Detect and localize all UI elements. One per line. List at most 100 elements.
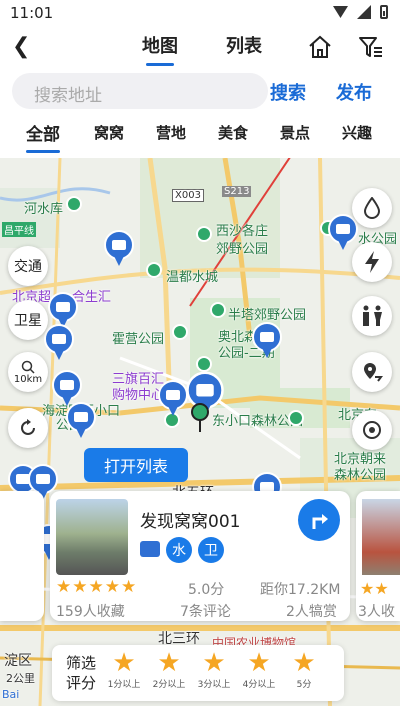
card-favorites: 159人收藏 xyxy=(56,604,125,620)
tag-water: 水 xyxy=(166,537,192,563)
poi-marker[interactable] xyxy=(210,302,226,318)
location-route-icon xyxy=(364,363,383,382)
open-list-label: 打开列表 xyxy=(103,457,168,476)
electric-button[interactable] xyxy=(352,242,392,282)
card-visits: 2人犒赏 xyxy=(286,604,337,620)
star-icon: ★ xyxy=(112,648,136,678)
publish-button[interactable]: 发布 xyxy=(336,79,372,105)
map-label: 淀区 xyxy=(4,653,32,669)
card-thumbnail xyxy=(56,499,128,575)
route-button[interactable] xyxy=(352,352,392,392)
category-tabs: 全部 窝窝 营地 美食 景点 兴趣 xyxy=(0,114,400,158)
top-nav: ❮ 地图 列表 xyxy=(0,26,400,70)
card-title: 发现窝窝001 xyxy=(140,512,241,532)
rv-pin[interactable] xyxy=(48,292,78,328)
card-peek-right[interactable]: ★★ 3人收 xyxy=(356,491,400,621)
map-label: 半塔郊野公园 xyxy=(228,308,307,323)
spot-card[interactable]: 发现窝窝001 水 卫 ★★★★★ 5.0分 距你17.2KM 159人收藏 7… xyxy=(50,491,350,621)
status-time: 11:01 xyxy=(10,4,54,22)
rv-pin[interactable] xyxy=(44,324,74,360)
poi-marker[interactable] xyxy=(172,324,188,340)
map-label: 霍营公园 xyxy=(112,332,165,347)
filter-icon[interactable] xyxy=(358,34,384,60)
satellite-button[interactable]: 卫星 xyxy=(8,300,48,340)
lightning-icon xyxy=(365,251,379,273)
rv-pin[interactable] xyxy=(252,322,282,358)
wifi-icon xyxy=(333,6,348,18)
map-view[interactable]: X003 S213 河水库 昌平线 西沙各庄 郊野公园 水公园 温都水城 北京超… xyxy=(0,158,400,706)
search-input[interactable]: 搜索地址 xyxy=(12,73,268,109)
rv-pin[interactable] xyxy=(104,230,134,266)
rating-filter: 筛选评分 ★ 1分以上 ★ 2分以上 ★ 3分以上 ★ 4分以上 ★ 5分 xyxy=(52,645,344,701)
rating-option[interactable]: ★ 1分以上 xyxy=(104,649,144,690)
map-scale-text: 2公里 xyxy=(6,672,35,685)
card-distance: 距你17.2KM xyxy=(260,582,341,598)
home-icon[interactable] xyxy=(307,34,333,60)
locate-button[interactable] xyxy=(352,410,392,450)
star-icon: ★ xyxy=(247,648,271,678)
poi-marker[interactable] xyxy=(288,410,304,426)
star-icon: ★ xyxy=(202,648,226,678)
card-comments: 7条评论 xyxy=(180,604,231,620)
category-all[interactable]: 全部 xyxy=(26,120,60,153)
card-peek-thumbnail xyxy=(362,499,400,575)
card-peek-stars: ★★ xyxy=(360,579,389,598)
tab-map[interactable]: 地图 xyxy=(142,32,178,66)
category-wowo[interactable]: 窝窝 xyxy=(94,122,124,143)
rating-option-label: 3分以上 xyxy=(197,680,231,690)
search-row: 搜索地址 搜索 发布 xyxy=(0,70,400,114)
search-button[interactable]: 搜索 xyxy=(270,79,306,105)
refresh-button[interactable] xyxy=(8,408,48,448)
location-marker-icon xyxy=(191,403,209,432)
locate-icon xyxy=(363,421,381,439)
rating-option[interactable]: ★ 2分以上 xyxy=(149,649,189,690)
toilet-button[interactable] xyxy=(352,296,392,336)
map-label: 温都水城 xyxy=(166,270,219,285)
rv-pin[interactable] xyxy=(66,402,96,438)
map-label: 河水库 xyxy=(24,202,64,217)
status-bar: 11:01 xyxy=(0,0,400,26)
map-logo: Bai xyxy=(2,688,20,701)
scale-label: 10km xyxy=(13,373,43,385)
turn-right-icon xyxy=(312,514,328,529)
rating-option[interactable]: ★ 4分以上 xyxy=(239,649,279,690)
category-sights[interactable]: 景点 xyxy=(280,122,310,143)
card-peek-text: 3人收 xyxy=(358,604,395,620)
poi-marker[interactable] xyxy=(196,356,212,372)
tag-toilet: 卫 xyxy=(198,537,224,563)
water-button[interactable] xyxy=(352,188,392,228)
rating-option-label: 4分以上 xyxy=(242,680,276,690)
zoom-icon xyxy=(21,360,35,374)
scale-button[interactable]: 10km xyxy=(8,352,48,392)
navigate-button[interactable] xyxy=(298,499,340,541)
poi-marker[interactable] xyxy=(196,226,212,242)
rating-option-label: 1分以上 xyxy=(107,680,141,690)
poi-marker[interactable] xyxy=(66,196,82,212)
card-stars: ★★★★★ xyxy=(56,577,138,597)
toilet-icon xyxy=(363,305,382,326)
traffic-button[interactable]: 交通 xyxy=(8,246,48,286)
signal-icon xyxy=(357,5,371,19)
tab-list[interactable]: 列表 xyxy=(226,32,262,58)
category-food[interactable]: 美食 xyxy=(218,122,248,143)
back-icon[interactable]: ❮ xyxy=(12,34,30,59)
rating-option[interactable]: ★ 3分以上 xyxy=(194,649,234,690)
card-score: 5.0分 xyxy=(188,582,225,598)
category-camp[interactable]: 营地 xyxy=(156,122,186,143)
star-icon: ★ xyxy=(292,648,316,678)
poi-marker[interactable] xyxy=(146,262,162,278)
rv-pin[interactable] xyxy=(52,370,82,406)
refresh-icon xyxy=(21,419,35,435)
traffic-label: 交通 xyxy=(14,259,42,275)
rating-option[interactable]: ★ 5分 xyxy=(284,649,324,690)
battery-icon xyxy=(380,5,388,19)
map-label: 昌平线 xyxy=(2,222,36,237)
rv-pin[interactable] xyxy=(328,214,358,250)
category-interest[interactable]: 兴趣 xyxy=(342,122,372,143)
map-label: 郊野公园 xyxy=(216,242,269,257)
filter-label: 筛选评分 xyxy=(66,654,97,692)
card-peek-left[interactable] xyxy=(0,491,44,621)
search-placeholder: 搜索地址 xyxy=(34,86,102,106)
open-list-button[interactable]: 打开列表 xyxy=(84,448,188,482)
rv-pin[interactable] xyxy=(158,380,188,416)
